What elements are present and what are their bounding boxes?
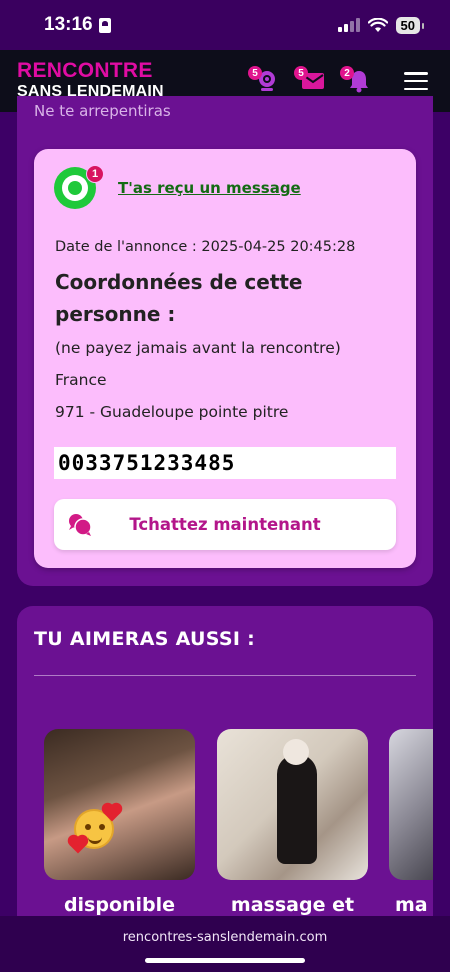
contact-title: Coordonnées de cette personne : (55, 270, 303, 326)
logo-line1: RENCONTRE (17, 59, 153, 82)
listing-thumb-1[interactable] (44, 729, 195, 880)
chat-now-button[interactable]: Tchattez maintenant (54, 499, 396, 550)
status-time: 13:16 (44, 14, 93, 35)
notif-badge: 2 (340, 66, 354, 80)
country: France (55, 371, 107, 389)
ad-date: Date de l'annonce : 2025-04-25 20:45:28 (55, 239, 356, 255)
contact-card: 1 T'as reçu un message Date de l'annonce… (34, 149, 416, 568)
menu-icon[interactable] (404, 72, 428, 90)
url-text[interactable]: rencontres-sanslendemain.com (0, 930, 450, 945)
listing-thumb-3[interactable] (389, 729, 433, 880)
message-link[interactable]: T'as reçu un message (118, 179, 301, 197)
chat-bubbles-icon (69, 514, 92, 536)
listing-caption-2[interactable]: massage et (217, 894, 368, 916)
photo-subject-head (283, 739, 309, 765)
whatsapp-icon[interactable]: 1 (54, 165, 104, 209)
message-row: 1 T'as reçu un message (54, 165, 301, 209)
id-card-icon (98, 17, 111, 33)
phone-number[interactable]: 0033751233485 (54, 447, 396, 479)
battery-indicator: 50 (395, 16, 425, 34)
webcam-badge: 5 (248, 66, 262, 80)
chat-now-label: Tchattez maintenant (129, 515, 321, 534)
wifi-icon (367, 17, 388, 32)
signal-icon (337, 18, 360, 32)
mail-badge: 5 (294, 66, 308, 80)
header-icons: 5 5 2 (248, 66, 428, 94)
heart-icon (69, 836, 87, 854)
also-like-title: TU AIMERAS AUSSI : (34, 628, 256, 650)
partial-text: Ne te arrepentiras (34, 102, 171, 120)
listing-caption-1[interactable]: disponible (44, 894, 195, 916)
home-indicator[interactable] (145, 958, 305, 963)
status-indicators: 50 (337, 16, 425, 34)
webcam-button[interactable]: 5 (248, 66, 280, 94)
messages-button[interactable]: 5 (294, 66, 326, 94)
message-badge: 1 (86, 165, 104, 183)
region: 971 - Guadeloupe pointe pitre (55, 403, 289, 421)
browser-url-bar[interactable]: rencontres-sanslendemain.com (0, 916, 450, 972)
listing-thumb-2[interactable] (217, 729, 368, 880)
listing-caption-3[interactable]: ma (389, 894, 433, 916)
payment-note: (ne payez jamais avant la rencontre) (55, 339, 341, 357)
status-time-group: 13:16 (44, 14, 111, 36)
status-bar: 13:16 50 (0, 0, 450, 50)
divider (34, 675, 416, 676)
also-like-panel: TU AIMERAS AUSSI : disponible massage et… (17, 606, 433, 916)
photo-subject (277, 754, 317, 864)
notifications-button[interactable]: 2 (340, 66, 372, 94)
